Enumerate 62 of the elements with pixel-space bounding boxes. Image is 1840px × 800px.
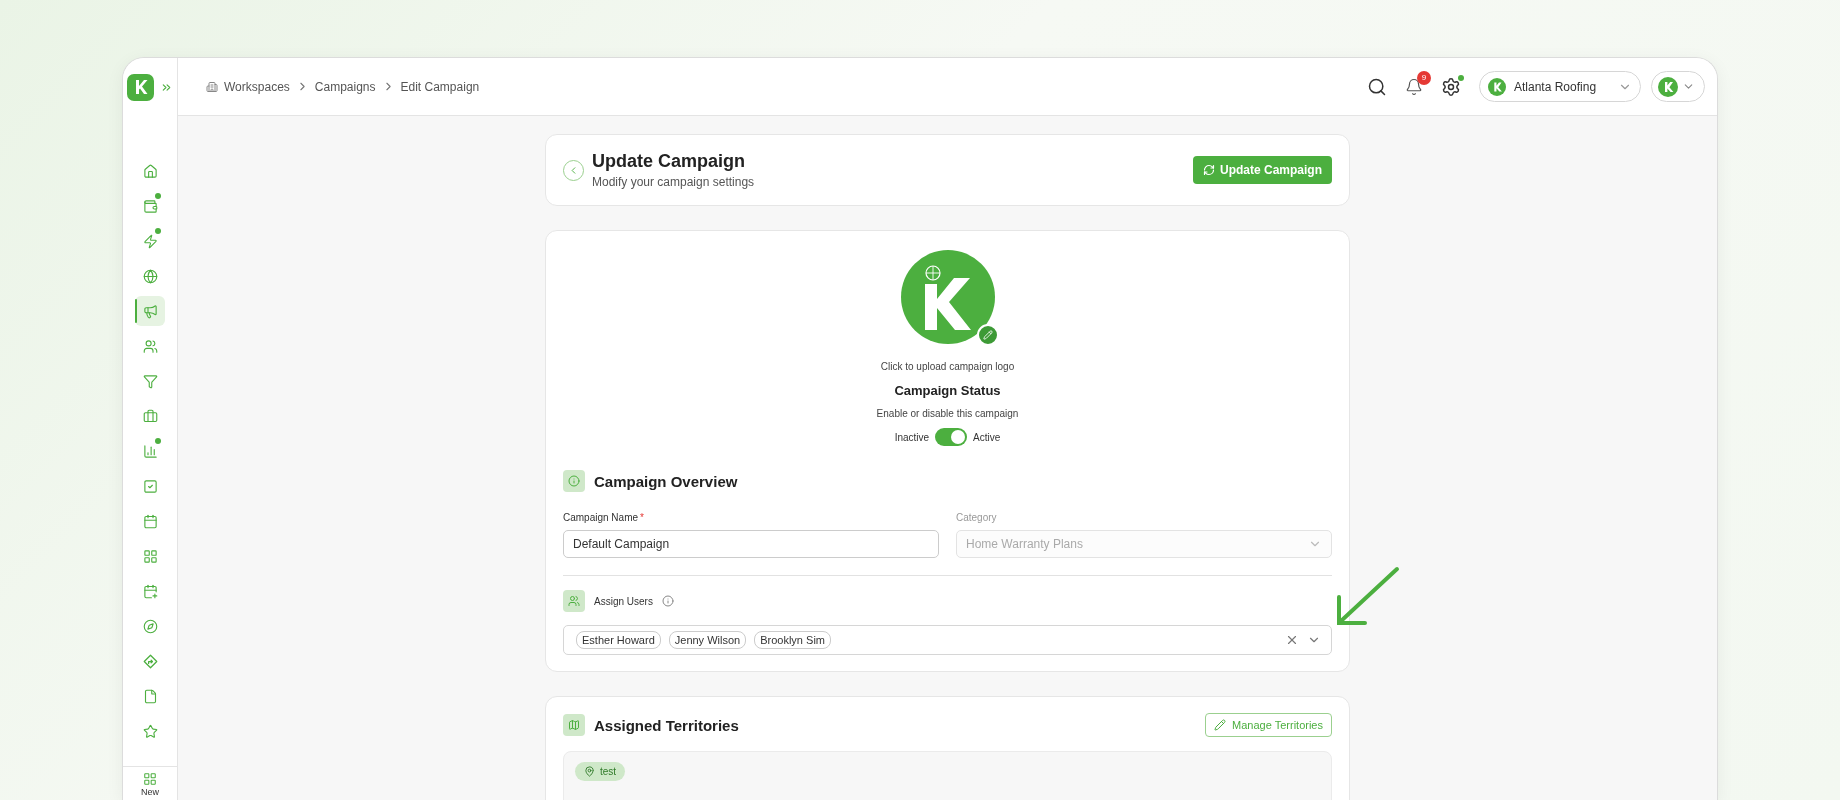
file-icon xyxy=(142,688,158,704)
globe-icon xyxy=(142,268,158,284)
page-subtitle: Modify your campaign settings xyxy=(592,175,756,189)
user-chip[interactable]: Jenny Wilson xyxy=(668,631,747,649)
zap-icon xyxy=(142,233,158,249)
home-icon xyxy=(142,163,158,179)
pencil-icon xyxy=(982,330,993,340)
map-icon xyxy=(563,714,585,736)
briefcase-icon xyxy=(142,408,158,424)
status-toggle[interactable] xyxy=(935,428,968,446)
star-icon xyxy=(142,723,158,739)
users-icon xyxy=(563,590,585,612)
campaign-name-field[interactable]: Default Campaign xyxy=(563,530,939,558)
clear-button[interactable] xyxy=(1285,633,1299,647)
upload-hint: Click to upload campaign logo xyxy=(880,361,1015,372)
breadcrumb-link[interactable]: Campaigns xyxy=(314,79,376,94)
nav-item[interactable] xyxy=(135,296,165,326)
calendar-icon xyxy=(142,513,158,529)
status-title: Campaign Status xyxy=(894,383,1001,398)
workspace-select[interactable]: Atlanta Roofing xyxy=(1479,71,1641,102)
close-icon xyxy=(1285,633,1299,647)
user-chip[interactable]: Esther Howard xyxy=(576,631,661,649)
map-pin-icon xyxy=(584,766,595,777)
refresh-icon xyxy=(1203,164,1215,176)
section-title: Assigned Territories xyxy=(594,716,739,734)
territory-chip[interactable]: test xyxy=(575,762,626,781)
assign-users-label: Assign Users xyxy=(594,595,653,607)
grid-icon xyxy=(143,772,157,786)
building-icon xyxy=(206,80,218,93)
grid-icon xyxy=(142,548,158,564)
inactive-label: Inactive xyxy=(894,431,930,443)
app-logo-icon[interactable] xyxy=(127,73,154,101)
users-icon xyxy=(142,338,158,354)
info-icon xyxy=(563,470,585,492)
megaphone-icon xyxy=(142,303,158,319)
users-select[interactable]: Esther Howard Jenny Wilson Brooklyn Sim xyxy=(563,625,1332,655)
breadcrumb-link[interactable]: Edit Campaign xyxy=(400,79,480,94)
notification-count: 9 xyxy=(1417,70,1431,85)
k-logo-icon xyxy=(1488,77,1506,96)
field-label: Category xyxy=(956,512,998,523)
section-title: Campaign Overview xyxy=(594,472,738,490)
compass-icon xyxy=(142,618,158,634)
pencil-icon xyxy=(1214,719,1227,731)
k-logo-icon xyxy=(1658,76,1678,97)
edit-logo-button[interactable] xyxy=(976,324,999,346)
page-title: Update Campaign xyxy=(592,151,747,172)
chart-icon xyxy=(142,443,158,459)
account-menu[interactable] xyxy=(1651,71,1705,102)
filter-icon xyxy=(142,373,158,389)
field-label: Campaign Name * xyxy=(563,512,645,523)
active-label: Active xyxy=(973,431,1001,443)
check-icon xyxy=(142,478,158,494)
calendar-plus-icon xyxy=(142,583,158,599)
user-chip[interactable]: Brooklyn Sim xyxy=(754,631,831,649)
annotation-arrow xyxy=(1335,565,1401,627)
status-description: Enable or disable this campaign xyxy=(876,408,1019,419)
campaign-logo[interactable] xyxy=(900,250,995,344)
info-icon[interactable] xyxy=(661,595,674,607)
back-button[interactable] xyxy=(563,159,584,181)
wallet-icon xyxy=(142,198,158,214)
route-icon xyxy=(142,653,158,669)
breadcrumb-link[interactable]: Workspaces xyxy=(224,79,290,94)
